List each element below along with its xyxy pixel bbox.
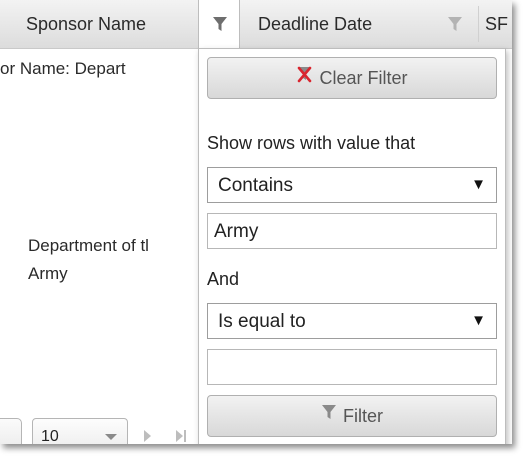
filter-menu: Clear Filter Show rows with value that C… (198, 48, 506, 444)
funnel-icon (448, 17, 462, 31)
column-header-label: Sponsor Name (26, 14, 147, 34)
apply-filter-button[interactable]: Filter (207, 395, 497, 437)
grid-frame: Sponsor Name Deadline Date SF or Name: D… (0, 0, 512, 444)
deadline-date-filter-button[interactable] (434, 0, 476, 48)
clear-filter-label: Clear Filter (319, 68, 408, 88)
operator-select-2-value: Is equal to (218, 311, 306, 332)
column-header-sponsor-name[interactable]: Sponsor Name (26, 0, 196, 48)
last-page-icon[interactable] (176, 430, 183, 442)
column-header-deadline-date[interactable]: Deadline Date (258, 0, 418, 48)
clear-filter-icon (296, 57, 313, 97)
page-size-dropdown[interactable]: 10 (32, 418, 128, 444)
next-page-icon[interactable] (144, 430, 151, 442)
table-row-cell: Department of tl (28, 236, 149, 255)
operator-select-2[interactable]: Is equal to ▼ (207, 303, 497, 339)
column-header-label: Deadline Date (258, 14, 373, 34)
dropdown-arrow-icon: ▼ (471, 312, 486, 329)
last-page-bar (184, 430, 186, 442)
grid-header: Sponsor Name Deadline Date SF (0, 0, 512, 49)
page-size-value: 10 (41, 428, 59, 444)
logic-label: And (207, 269, 240, 289)
filter-value-1: Army (214, 221, 259, 242)
operator-select-1-value: Contains (218, 175, 293, 196)
filter-info-text: Show rows with value that (207, 133, 416, 153)
apply-filter-label: Filter (343, 406, 383, 426)
column-header-sf[interactable]: SF (485, 0, 512, 48)
table-row-cell: Army (28, 264, 68, 283)
operator-select-1[interactable]: Contains ▼ (207, 167, 497, 203)
dropdown-arrow-icon: ▼ (471, 176, 486, 193)
funnel-icon (213, 17, 227, 31)
filter-value-input-1[interactable]: Army (207, 213, 497, 249)
sponsor-name-filter-button[interactable] (198, 0, 240, 49)
filter-value-input-2[interactable] (207, 349, 497, 385)
clear-filter-button[interactable]: Clear Filter (207, 57, 497, 99)
pager-first-button[interactable] (0, 418, 22, 444)
column-header-label: SF (485, 14, 509, 34)
chevron-down-icon (105, 434, 117, 440)
column-divider (478, 6, 479, 42)
filter-caption: or Name: Depart (0, 59, 126, 78)
funnel-icon (321, 395, 337, 435)
